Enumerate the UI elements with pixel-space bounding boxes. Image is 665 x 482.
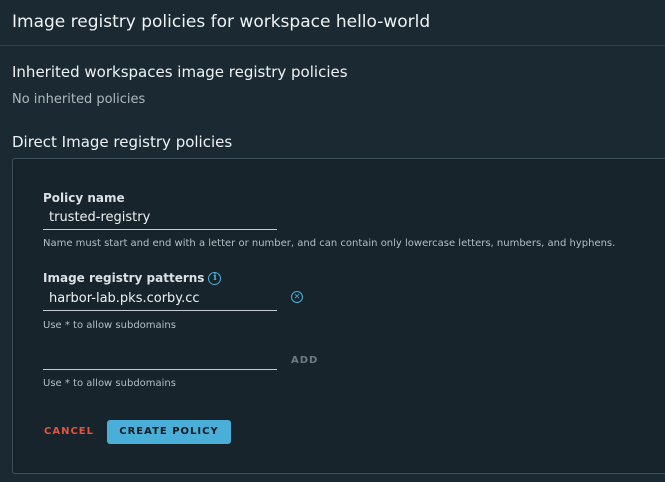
info-icon[interactable]: i bbox=[208, 272, 222, 285]
policy-name-help: Name must start and end with a letter or… bbox=[43, 238, 616, 249]
pattern-help: Use * to allow subdomains bbox=[43, 320, 176, 331]
patterns-label-text: Image registry patterns bbox=[43, 271, 205, 285]
policy-name-value: trusted-registry bbox=[49, 210, 151, 225]
policy-form-card: Policy name trusted-registry Name must s… bbox=[12, 158, 665, 474]
new-pattern-input[interactable] bbox=[43, 348, 277, 370]
new-pattern-help: Use * to allow subdomains bbox=[43, 378, 176, 389]
patterns-label: Image registry patterns i bbox=[43, 271, 222, 285]
policy-name-input[interactable]: trusted-registry bbox=[43, 208, 277, 230]
add-pattern-button[interactable]: ADD bbox=[291, 355, 318, 366]
direct-section-title: Direct Image registry policies bbox=[12, 133, 233, 151]
pattern-value: harbor-lab.pks.corby.cc bbox=[49, 291, 200, 306]
no-inherited-text: No inherited policies bbox=[12, 92, 146, 107]
inherited-section-title: Inherited workspaces image registry poli… bbox=[12, 63, 348, 81]
page-title: Image registry policies for workspace he… bbox=[12, 12, 431, 32]
create-policy-button[interactable]: CREATE POLICY bbox=[107, 420, 231, 444]
pattern-input[interactable]: harbor-lab.pks.corby.cc bbox=[43, 289, 277, 311]
policy-name-label: Policy name bbox=[43, 191, 125, 205]
page-header: Image registry policies for workspace he… bbox=[0, 0, 665, 46]
remove-pattern-icon[interactable]: ✕ bbox=[291, 291, 303, 303]
cancel-button[interactable]: CANCEL bbox=[44, 426, 94, 437]
